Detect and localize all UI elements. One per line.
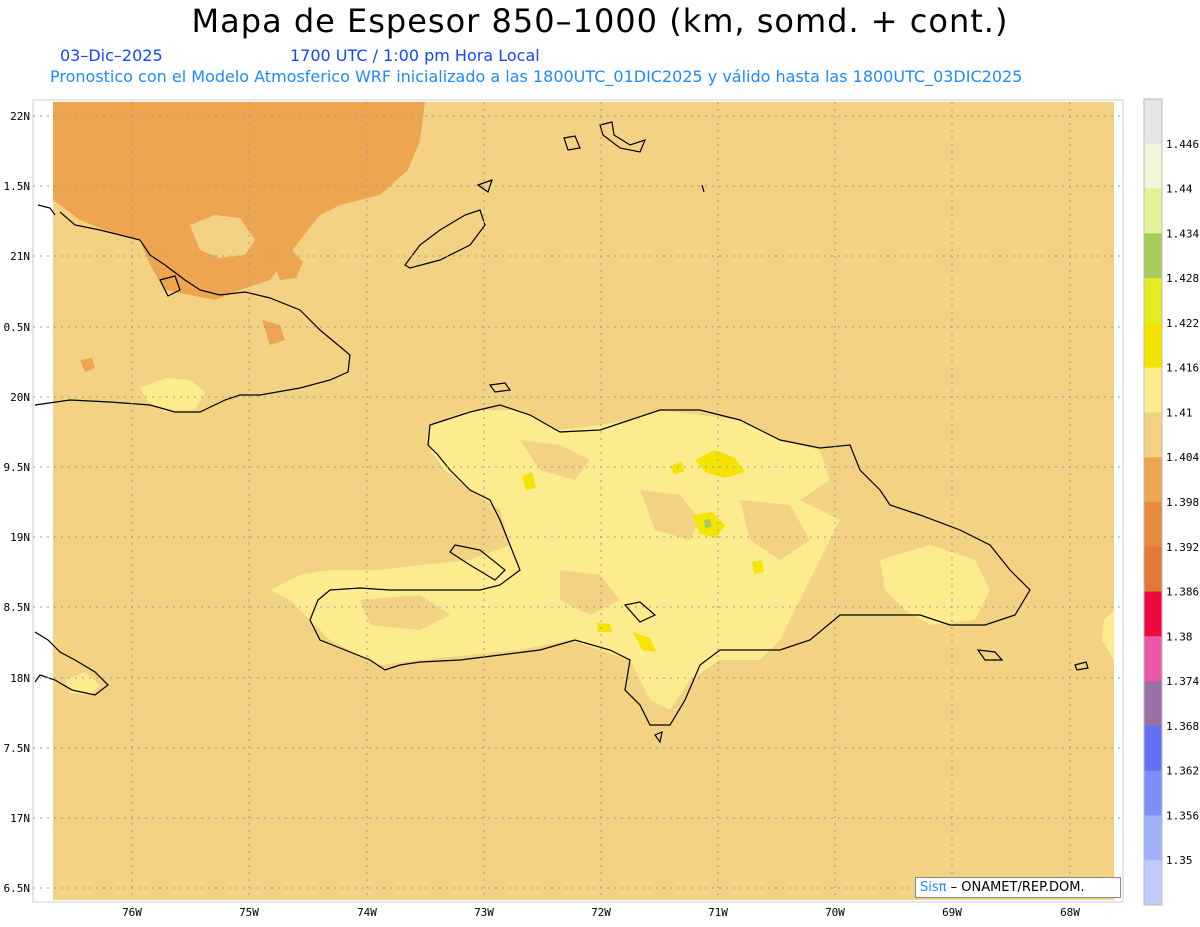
colorbar-swatch — [1144, 815, 1162, 861]
colorbar-swatch — [1144, 99, 1162, 145]
lat-label: 22N — [10, 110, 30, 123]
lat-label: 7.5N — [4, 742, 31, 755]
lat-label: 20N — [10, 391, 30, 404]
colorbar-swatch — [1144, 636, 1162, 682]
colorbar-label: 1.446 — [1166, 138, 1199, 151]
colorbar-label: 1.404 — [1166, 451, 1199, 464]
colorbar-label: 1.386 — [1166, 586, 1199, 599]
colorbar-label: 1.398 — [1166, 496, 1199, 509]
lon-label: 71W — [708, 906, 728, 919]
lat-label: 0.5N — [4, 321, 31, 334]
colorbar-label: 1.38 — [1166, 630, 1193, 643]
colorbar-label: 1.44 — [1166, 183, 1193, 196]
colorbar-swatch — [1144, 681, 1162, 727]
lat-label: 6.5N — [4, 882, 31, 895]
colorbar-swatch — [1144, 412, 1162, 458]
colorbar-label: 1.368 — [1166, 720, 1199, 733]
colorbar-label: 1.428 — [1166, 272, 1199, 285]
colorbar-swatch — [1144, 143, 1162, 190]
colorbar-label: 1.416 — [1166, 362, 1199, 375]
lon-label: 69W — [942, 906, 962, 919]
colorbar-swatch — [1144, 233, 1162, 279]
credit-text: – ONAMET/REP.DOM. — [950, 880, 1085, 895]
lon-label: 70W — [825, 906, 845, 919]
map-canvas: 22N 1.5N 21N 0.5N 20N 9.5N 19N 8.5N 18N … — [4, 98, 1199, 919]
lat-label: 1.5N — [4, 180, 31, 193]
colorbar-label: 1.35 — [1166, 854, 1193, 867]
colorbar-swatch — [1144, 725, 1162, 772]
lon-label: 76W — [122, 906, 142, 919]
colorbar-label: 1.422 — [1166, 317, 1199, 330]
colorbar-swatch — [1144, 591, 1162, 637]
peak-thickness-spot — [597, 623, 612, 632]
lon-label: 72W — [591, 906, 611, 919]
colorbar-label: 1.434 — [1166, 227, 1199, 240]
lat-label: 9.5N — [4, 461, 31, 474]
lat-label: 21N — [10, 250, 30, 263]
lat-label: 18N — [10, 672, 30, 685]
colorbar-label: 1.362 — [1166, 765, 1199, 778]
lat-label: 8.5N — [4, 601, 31, 614]
colorbar-swatch — [1144, 457, 1162, 503]
colorbar-label: 1.41 — [1166, 406, 1193, 419]
lat-label: 17N — [10, 812, 30, 825]
colorbar-label: 1.356 — [1166, 809, 1199, 822]
colorbar-swatch — [1144, 502, 1162, 548]
credit-brand: Sisπ — [920, 880, 947, 895]
lon-label: 68W — [1060, 906, 1080, 919]
longitude-labels: 76W 75W 74W 73W 72W 71W 70W 69W 68W — [122, 906, 1080, 919]
colorbar: 1.446 1.44 1.434 1.428 1.422 1.416 1.41 1.404 1.… — [1143, 98, 1199, 906]
lon-label: 74W — [357, 906, 377, 919]
lat-label: 19N — [10, 531, 30, 544]
colorbar-swatch — [1144, 546, 1162, 593]
colorbar-swatch — [1144, 188, 1162, 234]
colorbar-swatch — [1144, 278, 1162, 324]
colorbar-swatch — [1144, 322, 1162, 369]
colorbar-swatch — [1144, 367, 1162, 413]
colorbar-swatch — [1144, 770, 1162, 816]
colorbar-label: 1.374 — [1166, 675, 1199, 688]
latitude-labels: 22N 1.5N 21N 0.5N 20N 9.5N 19N 8.5N 18N … — [4, 110, 31, 895]
peak-thickness-spot — [752, 560, 764, 574]
colorbar-swatch — [1144, 860, 1162, 906]
lon-label: 73W — [474, 906, 494, 919]
colorbar-label: 1.392 — [1166, 541, 1199, 554]
credit-box: Sisπ – ONAMET/REP.DOM. — [915, 877, 1121, 898]
lon-label: 75W — [239, 906, 259, 919]
